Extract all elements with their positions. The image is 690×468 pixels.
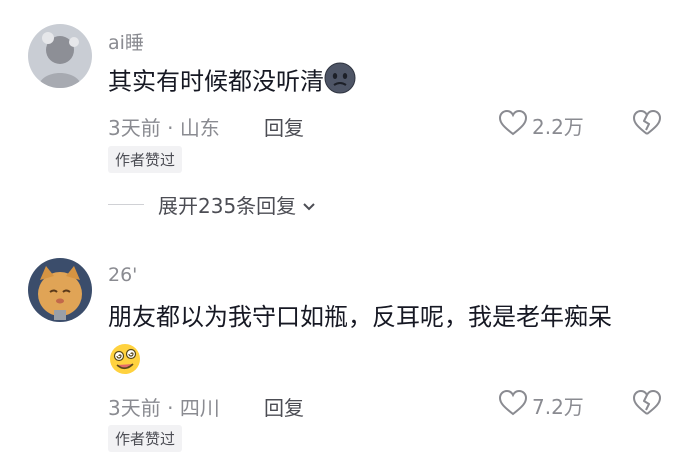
comment-body: 朋友都以为我守口如瓶，反耳呢，我是老年痴呆 xyxy=(108,303,612,331)
expand-replies-label: 展开235条回复 xyxy=(158,194,297,218)
comment-username[interactable]: 26' xyxy=(108,264,137,286)
avatar[interactable] xyxy=(28,258,92,322)
comment-username[interactable]: ai睡 xyxy=(108,28,144,55)
comment-meta: 3天前 · 四川 xyxy=(108,392,220,421)
expand-replies-button[interactable]: 展开235条回复 xyxy=(108,190,316,219)
comment-item: ai睡 其实有时候都没听清 3天前 · 山东 回复 2.2万 作者赞过 展开23… xyxy=(0,0,690,240)
reply-button[interactable]: 回复 xyxy=(264,392,304,421)
meta-separator: · xyxy=(167,116,174,140)
comment-meta: 3天前 · 山东 xyxy=(108,112,220,141)
dislike-button[interactable] xyxy=(632,389,662,421)
comment-time: 3天前 xyxy=(108,396,161,420)
divider-line xyxy=(108,204,144,205)
heart-icon xyxy=(498,109,528,142)
comment-location: 四川 xyxy=(179,396,220,420)
avatar[interactable] xyxy=(28,24,92,88)
like-count: 2.2万 xyxy=(532,115,584,139)
broken-heart-icon xyxy=(632,390,662,421)
broken-heart-icon xyxy=(632,110,662,141)
comment-item: 26' 朋友都以为我守口如瓶，反耳呢，我是老年痴呆 3天前 · 四川 回复 7.… xyxy=(0,240,690,468)
comment-text: 其实有时候都没听清 xyxy=(108,62,356,103)
comment-location: 山东 xyxy=(179,116,220,140)
dislike-button[interactable] xyxy=(632,109,662,141)
author-liked-badge: 作者赞过 xyxy=(108,146,183,173)
like-count: 7.2万 xyxy=(532,395,584,419)
comment-time: 3天前 xyxy=(108,116,161,140)
dizzy-face-emoji-icon xyxy=(108,342,142,380)
heart-icon xyxy=(498,389,528,422)
meta-separator: · xyxy=(167,396,174,420)
sad-face-emoji-icon xyxy=(324,62,356,103)
reply-button[interactable]: 回复 xyxy=(264,112,304,141)
comment-body: 其实有时候都没听清 xyxy=(108,67,324,96)
like-button[interactable]: 7.2万 xyxy=(498,389,584,422)
comment-text: 朋友都以为我守口如瓶，反耳呢，我是老年痴呆 xyxy=(108,300,612,334)
author-liked-badge: 作者赞过 xyxy=(108,425,183,452)
like-button[interactable]: 2.2万 xyxy=(498,109,584,142)
chevron-down-icon xyxy=(302,193,316,217)
